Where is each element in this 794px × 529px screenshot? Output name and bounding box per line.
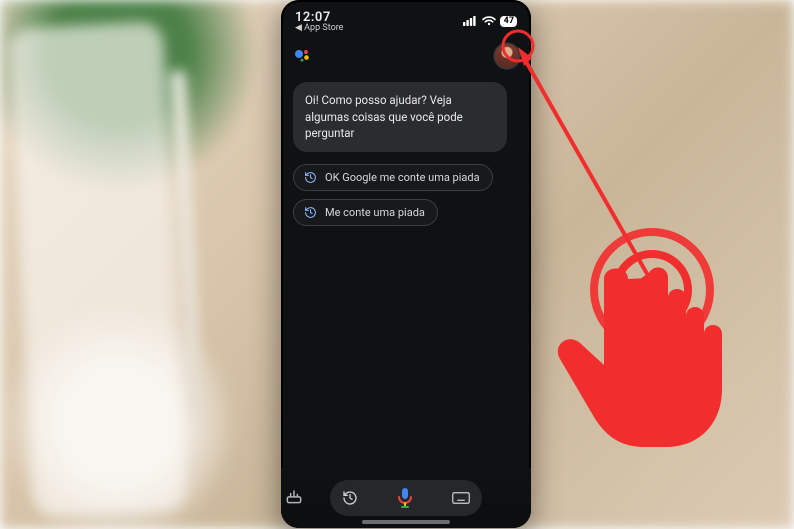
back-to-appstore[interactable]: ◀︎ App Store xyxy=(295,23,343,33)
suggestion-label: Me conte uma piada xyxy=(325,206,425,219)
bottom-toolbar xyxy=(281,468,531,528)
history-icon xyxy=(304,171,317,184)
battery-indicator: 47 xyxy=(500,16,517,27)
mic-button[interactable] xyxy=(396,487,414,509)
explore-icon[interactable] xyxy=(284,486,304,510)
profile-avatar[interactable] xyxy=(495,44,519,68)
battery-level: 47 xyxy=(504,17,514,26)
keyboard-icon[interactable] xyxy=(452,491,470,505)
phone-frame: 12:07 ◀︎ App Store 47 xyxy=(281,0,531,528)
assistant-greeting-text: Oi! Como posso ajudar? Veja algumas cois… xyxy=(305,93,463,140)
wifi-icon xyxy=(482,16,496,26)
input-pill[interactable] xyxy=(330,480,482,516)
suggestion-chips: OK Google me conte uma piada Me conte um… xyxy=(293,164,519,226)
back-label: App Store xyxy=(304,23,343,33)
chevron-left-icon: ◀︎ xyxy=(295,23,302,33)
home-indicator[interactable] xyxy=(362,520,450,524)
status-right: 47 xyxy=(463,16,517,27)
assistant-message: Oi! Como posso ajudar? Veja algumas cois… xyxy=(293,82,507,152)
history-small-icon[interactable] xyxy=(342,490,358,506)
suggestion-chip[interactable]: Me conte uma piada xyxy=(293,199,438,226)
google-assistant-icon[interactable] xyxy=(293,47,311,65)
suggestion-chip[interactable]: OK Google me conte uma piada xyxy=(293,164,493,191)
history-icon xyxy=(304,206,317,219)
app-header xyxy=(281,38,531,72)
cell-signal-icon xyxy=(463,16,478,26)
status-left: 12:07 ◀︎ App Store xyxy=(295,10,343,33)
conversation-area: Oi! Como posso ajudar? Veja algumas cois… xyxy=(281,72,531,236)
status-bar: 12:07 ◀︎ App Store 47 xyxy=(281,0,531,38)
suggestion-label: OK Google me conte uma piada xyxy=(325,171,480,184)
